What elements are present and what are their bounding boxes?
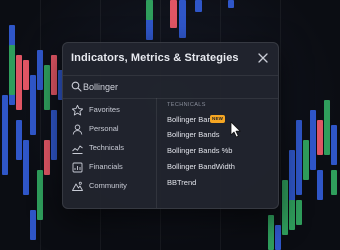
- candle: [9, 45, 15, 95]
- candle: [324, 100, 330, 155]
- candle: [23, 140, 29, 195]
- section-heading: TECHNICALS: [167, 102, 206, 108]
- candle: [289, 200, 295, 230]
- sidebar-item-community[interactable]: Community: [63, 177, 156, 196]
- candle: [146, 0, 153, 20]
- dialog-header: Indicators, Metrics & Strategies: [63, 43, 278, 75]
- candle: [303, 140, 309, 180]
- candle: [282, 180, 288, 235]
- grid-line: [280, 0, 281, 250]
- candle: [37, 170, 43, 220]
- candle: [268, 215, 274, 250]
- candle: [44, 65, 50, 110]
- category-sidebar: Favorites Personal Technicals Financials…: [63, 98, 157, 208]
- candle: [30, 75, 36, 135]
- search-input[interactable]: [83, 79, 268, 94]
- candle: [179, 0, 186, 38]
- results-panel: TECHNICALS Bollinger Bars NEW Bollinger …: [157, 98, 278, 208]
- result-label: BBTrend: [167, 178, 197, 187]
- chart-line-icon: [72, 145, 83, 154]
- financials-icon: [72, 162, 83, 173]
- candle: [331, 170, 337, 195]
- result-label: Bollinger BandWidth: [167, 162, 235, 171]
- result-bbtrend[interactable]: BBTrend: [161, 176, 273, 190]
- sidebar-item-label: Personal: [89, 124, 119, 133]
- sidebar-item-financials[interactable]: Financials: [63, 158, 156, 177]
- candle: [296, 200, 302, 225]
- search-icon: [71, 81, 82, 92]
- candle: [16, 55, 22, 110]
- candle: [310, 110, 316, 170]
- result-label: Bollinger Bars: [167, 115, 214, 124]
- candle: [331, 125, 337, 165]
- mouse-cursor-icon: [230, 121, 241, 138]
- search-bar: [63, 75, 278, 99]
- candle: [317, 170, 323, 200]
- candle: [228, 0, 234, 8]
- close-icon: [258, 53, 268, 63]
- user-icon: [72, 124, 83, 135]
- candle: [51, 55, 57, 95]
- dialog-title: Indicators, Metrics & Strategies: [71, 52, 239, 64]
- candle: [23, 60, 29, 90]
- candle: [170, 0, 177, 28]
- sidebar-item-label: Community: [89, 181, 127, 190]
- result-bollinger-bandwidth[interactable]: Bollinger BandWidth: [161, 160, 273, 174]
- sidebar-item-label: Technicals: [89, 143, 125, 152]
- candle: [275, 225, 281, 250]
- candle: [195, 0, 202, 12]
- community-icon: [72, 181, 83, 191]
- result-label: Bollinger Bands %b: [167, 146, 233, 155]
- candle: [296, 120, 302, 195]
- sidebar-item-label: Financials: [89, 162, 123, 171]
- candle: [44, 140, 50, 175]
- sidebar-item-technicals[interactable]: Technicals: [63, 139, 156, 158]
- result-bollinger-bands[interactable]: Bollinger Bands: [161, 128, 273, 142]
- result-bollinger-bands-b[interactable]: Bollinger Bands %b: [161, 144, 273, 158]
- chart-background: Indicators, Metrics & Strategies Favorit…: [0, 0, 340, 250]
- sidebar-item-label: Favorites: [89, 105, 120, 114]
- star-icon: [71, 104, 84, 116]
- sidebar-item-favorites[interactable]: Favorites: [63, 101, 156, 120]
- candle: [317, 120, 323, 155]
- result-bollinger-bars[interactable]: Bollinger Bars NEW: [161, 113, 273, 127]
- close-button[interactable]: [256, 51, 270, 65]
- candle: [2, 95, 8, 175]
- new-badge: NEW: [210, 115, 226, 123]
- candle: [16, 120, 22, 160]
- candle: [37, 50, 43, 90]
- result-label: Bollinger Bands: [167, 130, 220, 139]
- indicators-dialog: Indicators, Metrics & Strategies Favorit…: [62, 42, 279, 209]
- candle: [30, 210, 36, 240]
- candle: [51, 110, 57, 160]
- sidebar-item-personal[interactable]: Personal: [63, 120, 156, 139]
